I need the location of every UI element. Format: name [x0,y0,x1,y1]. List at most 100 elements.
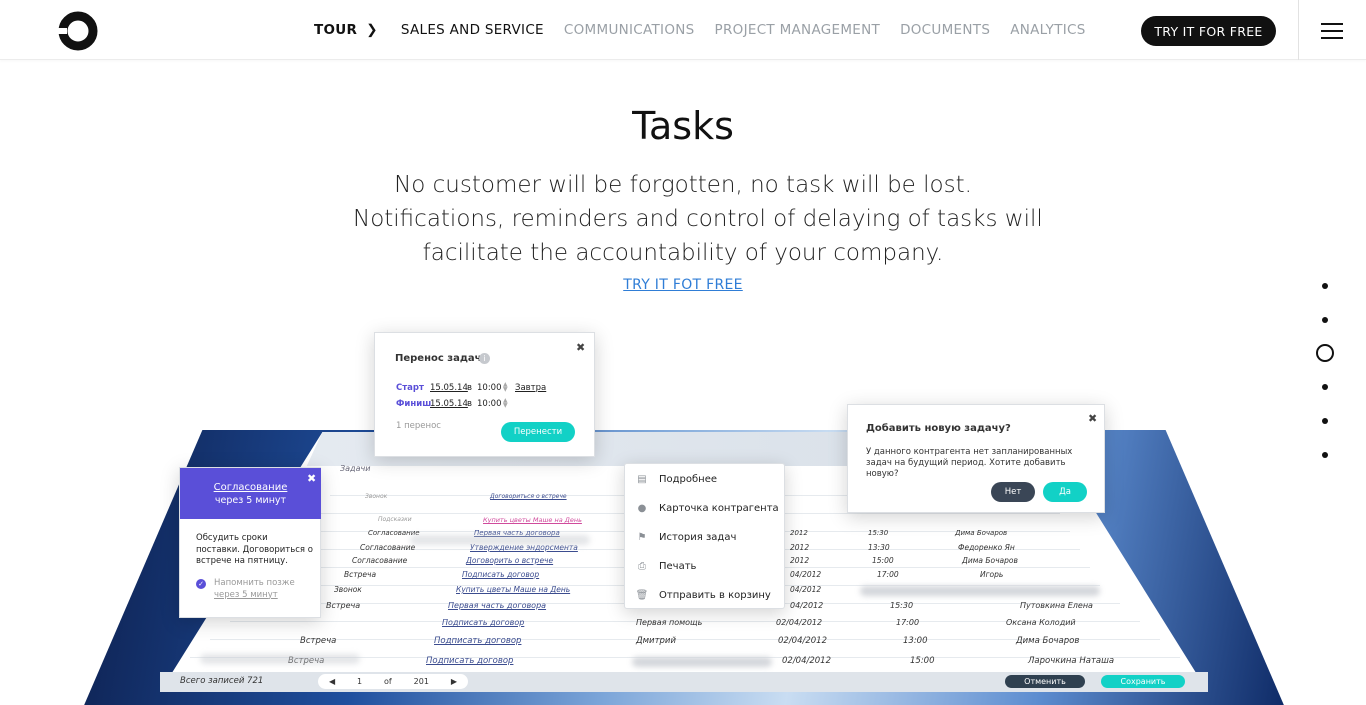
prev-page-icon[interactable]: ◀ [329,677,335,686]
try-free-button[interactable]: TRY IT FOR FREE [1141,16,1276,46]
start-date-input[interactable]: 15.05.14 [430,383,468,393]
row-task[interactable]: Договориться о встрече [490,493,567,500]
approval-title[interactable]: Согласование [180,482,321,493]
row-date: 02/04/2012 [782,656,831,666]
finish-time-input[interactable]: 10:00 [477,399,502,409]
reschedule-popup: Перенос задачи i ✖ Старт 15.05.14 в 10:0… [374,332,595,457]
try-free-link[interactable]: TRY IT FOT FREE [0,277,1366,293]
row-task[interactable]: Купить цветы Маше на День [456,585,570,594]
finish-date-input[interactable]: 15.05.14 [430,399,468,409]
approval-body: Обсудить сроки поставки. Договориться о … [196,533,313,566]
logo-icon[interactable] [58,11,98,51]
flag-icon: ⚑ [637,532,647,543]
cancel-button[interactable]: Отменить [1005,675,1085,688]
remind-later-label: Напомнить позже [214,578,295,588]
row-type: Подсказки [378,516,412,523]
nav-project-management[interactable]: PROJECT MANAGEMENT [715,22,881,38]
printer-icon: ⎙ [638,561,646,572]
start-time-input[interactable]: 10:00 [477,383,502,393]
yes-button[interactable]: Да [1043,482,1087,502]
nav-tour[interactable]: TOUR ❯ [314,22,378,38]
new-task-dialog: Добавить новую задачу? ✖ У данного контр… [847,404,1105,513]
row-task[interactable]: Подписать договор [434,636,521,646]
total-records: Всего записей 721 [180,676,264,686]
menu-item-trash[interactable]: 🗑 Отправить в корзину [625,581,786,610]
site-header: TOUR ❯ SALES AND SERVICE COMMUNICATIONS … [0,0,1366,60]
row-date: 02/04/2012 [778,636,827,646]
stepper-icon[interactable]: ▲ ▼ [503,382,509,393]
chevron-right-icon: ❯ [366,22,378,38]
remind-later[interactable]: Напомнить позже через 5 минут [214,578,295,601]
row-type: Звонок [334,585,362,594]
next-page-icon[interactable]: ▶ [451,677,457,686]
row-task[interactable]: Подписать договор [462,570,539,579]
row-person: Путовкина Елена [1020,601,1093,610]
nav-tour-label: TOUR [314,22,358,38]
row-person: Оксана Колодий [1006,618,1076,627]
row-task[interactable]: Подписать договор [426,656,513,666]
row-client: Дмитрий [636,636,676,646]
row-date: 02/04/2012 [776,618,823,627]
stepper-icon[interactable]: ▲ ▼ [503,398,509,409]
check-icon: ✓ [196,579,206,589]
close-icon[interactable]: ✖ [576,341,585,354]
subtitle-line: facilitate the accountability of your co… [422,240,944,266]
row-date: 2012 [790,543,810,552]
subtitle-line: Notifications, reminders and control of … [353,206,1043,232]
row-time: 17:00 [896,618,920,627]
tomorrow-link[interactable]: Завтра [515,383,546,393]
row-date: 2012 [790,529,808,537]
row-date: 04/2012 [790,585,822,594]
page-title: Tasks [632,104,734,148]
menu-item-label: Подробнее [659,474,718,485]
menu-item-task-history[interactable]: ⚑ История задач [625,523,786,552]
nav-sales-and-service[interactable]: SALES AND SERVICE [401,22,544,38]
page-subtitle: No customer will be forgotten, no task w… [353,168,1043,270]
save-button[interactable]: Сохранить [1101,675,1185,688]
menu-item-contractor-card[interactable]: ● Карточка контрагента [625,494,786,523]
row-task[interactable]: Договорить о встрече [466,556,553,565]
row-task[interactable]: Подписать договор [442,618,524,627]
row-type: Согласование [360,543,416,552]
pager-total: 201 [413,677,429,686]
finish-label: Финиш [396,399,432,409]
start-label: Старт [396,383,424,393]
no-button[interactable]: Нет [991,482,1035,502]
row-task[interactable]: Купить цветы Маше на День [483,516,582,524]
remind-later-link[interactable]: через 5 минут [214,590,295,602]
nav-documents[interactable]: DOCUMENTS [900,22,990,38]
main-nav: TOUR ❯ SALES AND SERVICE COMMUNICATIONS … [314,0,1106,60]
hamburger-menu-icon[interactable] [1321,23,1343,39]
info-icon[interactable]: i [479,353,490,364]
row-time: 15:00 [872,556,894,565]
approval-subtitle: через 5 минут [214,495,287,506]
user-icon: ● [637,503,647,514]
reschedule-count: 1 перенос [396,421,441,431]
document-icon: ▤ [637,474,647,485]
row-type: Звонок [365,493,388,500]
pager-page[interactable]: 1 [357,677,362,686]
row-type: Встреча [344,570,377,579]
menu-item-details[interactable]: ▤ Подробнее [625,465,786,494]
row-person: Дима Бочаров [1016,636,1080,646]
start-in-label: в [467,383,473,393]
row-person: Ларочкина Наташа [1028,656,1115,666]
menu-item-print[interactable]: ⎙ Печать [625,552,786,581]
menu-item-label: Печать [659,561,697,572]
row-type: Встреча [326,601,361,610]
nav-communications[interactable]: COMMUNICATIONS [564,22,695,38]
close-icon[interactable]: ✖ [1088,412,1097,425]
reschedule-button[interactable]: Перенести [501,422,575,442]
section-dot[interactable] [1322,283,1328,289]
row-time: 15:30 [890,601,914,610]
row-person: Федоренко Ян [958,543,1015,552]
row-client: Первая помощь [636,618,703,627]
pagination: ◀ 1 of 201 ▶ [318,674,468,689]
product-illustration: Задачи Звонок Договориться о встрече Под… [0,300,1366,705]
nav-analytics[interactable]: ANALYTICS [1010,22,1085,38]
close-icon[interactable]: ✖ [307,472,316,485]
blurred-cell [200,654,360,664]
row-date: 2012 [790,556,810,565]
reschedule-title: Перенос задачи [395,353,489,364]
row-task[interactable]: Первая часть договора [448,601,546,610]
